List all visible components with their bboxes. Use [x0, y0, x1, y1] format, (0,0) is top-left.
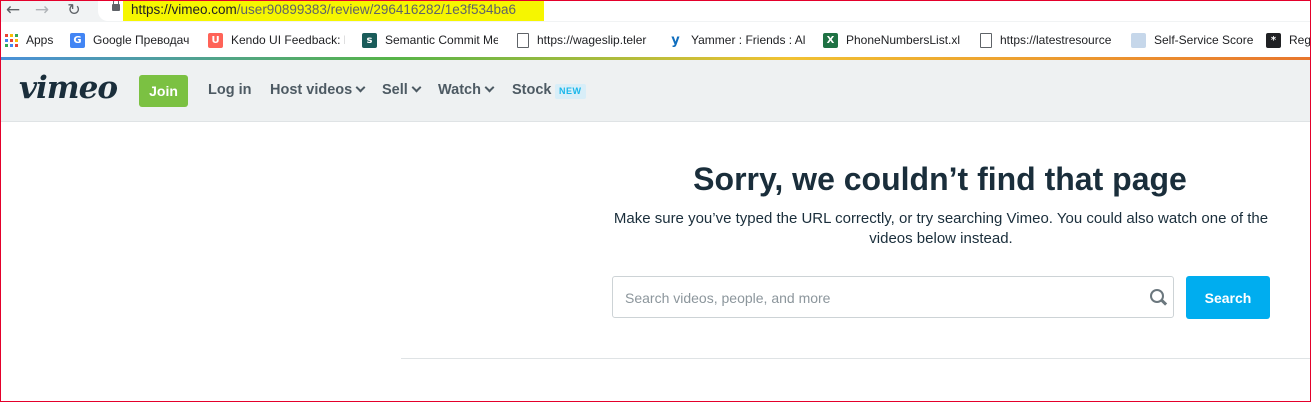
search-input[interactable]: [623, 287, 1137, 309]
nav-login[interactable]: Log in: [208, 82, 252, 98]
yammer-icon: y: [668, 32, 683, 48]
chevron-down-icon: [355, 82, 366, 93]
bookmark-label: Reg: [1289, 33, 1311, 47]
url-host: https://vimeo.com: [131, 2, 237, 17]
arrow-left-icon[interactable]: ←: [2, 0, 24, 20]
bookmark-label: Apps: [26, 33, 54, 47]
vimeo-logo[interactable]: vimeo: [19, 70, 118, 106]
nav-label: Host videos: [270, 82, 353, 98]
bookmark-apps[interactable]: Apps: [5, 32, 53, 48]
bookmarks-bar: Apps G Google Преводач U Kendo UI Feedba…: [0, 22, 1311, 59]
bookmark-label: Self-Service Score: [1154, 33, 1254, 47]
nav-host-videos[interactable]: Host videos: [270, 82, 366, 98]
bookmark-label: Semantic Commit Me: [385, 33, 498, 47]
page-icon: [980, 32, 992, 48]
semantic-icon: s: [362, 32, 377, 48]
bookmark-label: PhoneNumbersList.xl: [846, 33, 960, 47]
search-button[interactable]: Search: [1186, 276, 1270, 319]
browser-toolbar: ← → ↻ https://vimeo.com/user90899383/rev…: [0, 0, 1311, 22]
google-translate-icon: G: [70, 32, 85, 48]
bookmark-semantic[interactable]: s Semantic Commit Me: [362, 32, 498, 48]
bookmark-label: https://wageslip.teler: [537, 33, 647, 47]
address-bar[interactable]: https://vimeo.com/user90899383/review/29…: [98, 0, 1311, 21]
url-path: /user90899383/review/296416282/1e3f534ba…: [236, 2, 517, 17]
join-button[interactable]: Join: [139, 75, 188, 107]
bookmark-wageslip[interactable]: https://wageslip.teler: [517, 32, 650, 48]
bookmark-google-translate[interactable]: G Google Преводач: [70, 32, 194, 48]
bookmark-kendo[interactable]: U Kendo UI Feedback: I: [208, 32, 345, 48]
reload-icon[interactable]: ↻: [63, 0, 85, 20]
kendo-icon: U: [208, 32, 223, 48]
star-black-icon: *: [1266, 32, 1281, 48]
bookmark-label: https://latestresource: [1000, 33, 1112, 47]
arrow-right-icon[interactable]: →: [31, 0, 53, 20]
bookmark-yammer[interactable]: y Yammer : Friends : All: [668, 32, 806, 48]
new-badge: NEW: [555, 84, 586, 99]
document-icon: [1131, 32, 1146, 48]
nav-stock[interactable]: Stock: [512, 82, 552, 98]
page-title: Sorry, we couldn’t find that page: [693, 161, 1187, 197]
bookmark-phonenumbers[interactable]: X PhoneNumbersList.xl: [823, 32, 960, 48]
bookmark-label: Yammer : Friends : All: [691, 33, 806, 47]
excel-icon: X: [823, 32, 838, 48]
nav-label: Sell: [382, 82, 408, 98]
lock-icon: [112, 0, 120, 11]
bookmark-self-service[interactable]: Self-Service Score: [1131, 32, 1255, 48]
bookmark-label: Kendo UI Feedback: I: [231, 33, 345, 47]
page-icon: [517, 32, 529, 48]
chevron-down-icon: [484, 82, 495, 93]
apps-grid-icon: [5, 33, 18, 47]
bookmark-latestresource[interactable]: https://latestresource: [980, 32, 1116, 48]
page-subtitle: Make sure you’ve typed the URL correctly…: [613, 210, 1269, 247]
bookmark-reg[interactable]: * Reg: [1266, 32, 1311, 48]
nav-label: Watch: [438, 82, 481, 98]
nav-watch[interactable]: Watch: [438, 82, 495, 98]
bookmark-label: Google Преводач: [93, 33, 190, 47]
url-text[interactable]: https://vimeo.com/user90899383/review/29…: [131, 2, 516, 17]
chevron-down-icon: [411, 82, 422, 93]
vimeo-header: vimeo Join Log in Host videos Sell Watch…: [0, 60, 1311, 122]
content-divider: [401, 358, 1311, 359]
search-box: [612, 276, 1174, 318]
search-icon[interactable]: [1150, 289, 1164, 303]
nav-sell[interactable]: Sell: [382, 82, 422, 98]
